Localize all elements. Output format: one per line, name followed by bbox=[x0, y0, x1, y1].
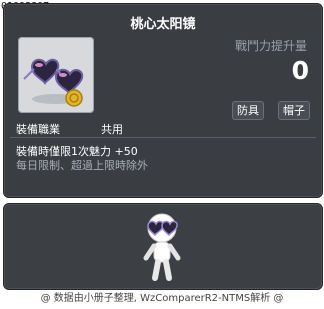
divider bbox=[10, 137, 316, 138]
category-tag-hat: 帽子 bbox=[278, 101, 310, 120]
character-avatar bbox=[143, 213, 181, 281]
item-icon-frame bbox=[18, 37, 94, 113]
item-tooltip-panel: 桃心太阳镜 戰鬥力提升量 0 防具 帽子 裝備職業 共用 裝備時僅限1次魅力 +… bbox=[3, 3, 323, 198]
job-label: 裝備職業 bbox=[16, 123, 60, 136]
combat-power-value: 0 bbox=[291, 56, 309, 85]
job-value: 共用 bbox=[101, 123, 123, 136]
heart-sunglasses-icon bbox=[23, 58, 84, 107]
item-name: 桃心太阳镜 bbox=[130, 17, 196, 32]
credit-footer: @ 数据由小册子整理, WzComparerR2-NTMS解析 @ bbox=[40, 293, 284, 304]
combat-power-label: 戰鬥力提升量 bbox=[234, 39, 307, 53]
restriction-description: 每日限制、超過上限時除外 bbox=[16, 159, 148, 172]
category-tag-armor: 防具 bbox=[232, 101, 264, 120]
